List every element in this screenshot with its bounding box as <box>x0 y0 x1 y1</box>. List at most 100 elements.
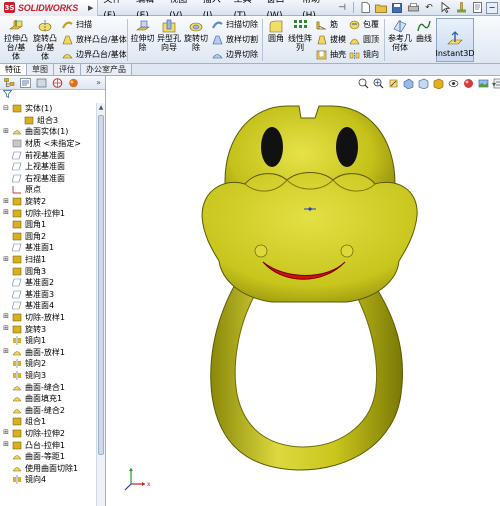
fillet-button[interactable]: 圆角 <box>265 19 287 43</box>
rebuild-icon[interactable] <box>454 2 468 14</box>
tree-item[interactable]: 曲面-缝合1 <box>0 381 96 393</box>
tree-item[interactable]: 镜向3 <box>0 370 96 382</box>
expand-toggle-icon[interactable]: ⊞ <box>2 325 10 333</box>
draft-button[interactable]: 拔模 <box>316 34 346 46</box>
print-icon[interactable] <box>406 2 420 14</box>
scroll-up-icon[interactable]: ▲ <box>97 103 105 112</box>
play-arrow-icon[interactable]: ▶ <box>88 4 93 12</box>
lofted-cut-button[interactable]: 放样切割 <box>212 34 258 46</box>
expand-toggle-icon[interactable]: ⊞ <box>2 209 10 217</box>
tree-item[interactable]: ⊟ 实体(1) <box>0 103 96 115</box>
linear-pattern-button[interactable]: 线性阵 列 <box>287 19 313 52</box>
expand-toggle-icon[interactable]: ⊞ <box>2 313 10 321</box>
tree-item[interactable]: 组合1 <box>0 416 96 428</box>
pin-icon[interactable]: ⊣ <box>335 2 349 14</box>
hole-wizard-button[interactable]: 异型孔 向导 <box>156 19 182 52</box>
wrap-button[interactable]: 包覆 <box>349 19 379 31</box>
tree-item[interactable]: 基准面1 <box>0 242 96 254</box>
window-minimize-button[interactable]: − <box>486 2 498 14</box>
tree-item[interactable]: ⊞ 曲面实体(1) <box>0 126 96 138</box>
tree-item[interactable]: 原点 <box>0 184 96 196</box>
extrude-cut-button[interactable]: 拉伸切 除 <box>130 19 155 52</box>
file-properties-icon[interactable] <box>470 2 484 14</box>
revolve-boss-button[interactable]: 旋转凸 台/基 体 <box>31 19 59 61</box>
curves-button[interactable]: 曲线 <box>414 19 434 43</box>
display-manager-tab-icon[interactable] <box>67 77 80 89</box>
tree-item[interactable]: 镜向1 <box>0 335 96 347</box>
loft-boss-button[interactable]: 放样凸台/基体 <box>62 34 127 46</box>
expand-toggle-icon[interactable]: ⊞ <box>2 127 10 136</box>
boundary-cut-button[interactable]: 边界切除 <box>212 49 258 61</box>
undo-icon[interactable]: ↶ <box>422 2 436 14</box>
feature-icon <box>11 174 22 183</box>
tree-item[interactable]: 曲面-等距1 <box>0 451 96 463</box>
tree-item[interactable]: 镜向2 <box>0 358 96 370</box>
tree-item[interactable]: 基准面2 <box>0 277 96 289</box>
tree-item[interactable]: 镜向4 <box>0 474 96 486</box>
select-cursor-icon[interactable] <box>438 2 452 14</box>
tree-item[interactable]: 组合3 <box>0 115 96 127</box>
expand-toggle-icon[interactable]: ⊞ <box>2 348 10 356</box>
expand-panel-icon[interactable]: » <box>96 78 105 87</box>
new-document-icon[interactable] <box>358 2 372 14</box>
extrude-boss-button[interactable]: 拉伸凸 台/基 体 <box>2 19 30 61</box>
tab-evaluate[interactable]: 评估 <box>54 64 81 75</box>
scrollbar-thumb[interactable] <box>98 115 104 455</box>
tab-sketch[interactable]: 草图 <box>27 64 54 75</box>
expand-toggle-icon[interactable]: ⊞ <box>2 255 10 264</box>
shell-button[interactable]: 抽壳 <box>316 49 346 61</box>
tree-item[interactable]: 圆角1 <box>0 219 96 231</box>
tree-filter[interactable] <box>0 90 105 101</box>
tab-features[interactable]: 特征 <box>0 64 27 75</box>
tree-item[interactable]: ⊞ 曲面-放样1 <box>0 346 96 358</box>
face-plate[interactable] <box>201 172 418 303</box>
expand-toggle-icon[interactable]: ⊞ <box>2 441 10 449</box>
filter-icon[interactable] <box>2 90 13 101</box>
tree-item[interactable]: ⊞ 旋转3 <box>0 323 96 335</box>
reference-geometry-button[interactable]: 参考几 何体 <box>387 19 413 52</box>
property-manager-tab-icon[interactable] <box>19 77 32 89</box>
tree-item[interactable]: 材质 <未指定> <box>0 138 96 150</box>
boundary-boss-button[interactable]: 边界凸台/基体 <box>62 49 127 61</box>
dimxpert-tab-icon[interactable] <box>51 77 64 89</box>
configuration-manager-tab-icon[interactable] <box>35 77 48 89</box>
tree-item-label: 曲面填充1 <box>25 394 63 404</box>
tree-item[interactable]: ⊞ 凸台-拉伸1 <box>0 439 96 451</box>
tree-item[interactable]: 曲面填充1 <box>0 393 96 405</box>
tree-item[interactable]: 上视基准面 <box>0 161 96 173</box>
tree-item[interactable]: 右视基准面 <box>0 173 96 185</box>
axis-triad: x <box>124 468 151 491</box>
swept-cut-button[interactable]: 扫描切除 <box>212 19 258 31</box>
tab-office-products[interactable]: 办公室产品 <box>81 64 132 75</box>
tree-item[interactable]: 使用曲面切除1 <box>0 462 96 474</box>
tree-item[interactable]: 曲面-缝合2 <box>0 404 96 416</box>
graphics-area[interactable]: ▾ x <box>107 76 500 506</box>
tree-item[interactable]: 圆角2 <box>0 231 96 243</box>
tree-item[interactable]: ⊞ 扫描1 <box>0 254 96 266</box>
feature-tree-tab-icon[interactable] <box>3 77 16 89</box>
expand-toggle-icon[interactable]: ⊞ <box>2 429 10 437</box>
tree-item[interactable]: 基准面3 <box>0 289 96 301</box>
revolve-cut-button[interactable]: 旋转切 除 <box>183 19 209 52</box>
expand-toggle-icon[interactable]: ⊟ <box>2 104 10 113</box>
tree-item[interactable]: 圆角3 <box>0 265 96 277</box>
rib-button[interactable]: 筋 <box>316 19 338 31</box>
dome-button[interactable]: 圆顶 <box>349 34 379 46</box>
feature-icon <box>12 185 22 194</box>
instant3d-button[interactable]: Instant3D <box>435 18 475 62</box>
solidworks-logo[interactable]: 3S SOLIDWORKS ▶ <box>0 0 99 16</box>
tree-item[interactable]: 前视基准面 <box>0 149 96 161</box>
sweep-button[interactable]: 扫描 <box>62 19 92 31</box>
feature-icon <box>12 452 22 461</box>
open-folder-icon[interactable] <box>374 2 388 14</box>
mirror-button[interactable]: 镜向 <box>349 49 379 61</box>
tree-scrollbar[interactable]: ▲ <box>96 103 105 506</box>
save-icon[interactable] <box>390 2 404 14</box>
tree-item[interactable]: ⊞ 切除-拉伸1 <box>0 207 96 219</box>
tree-item[interactable]: ⊞ 旋转2 <box>0 196 96 208</box>
tree-item[interactable]: ⊞ 切除-拉伸2 <box>0 428 96 440</box>
tree-item[interactable]: ⊞ 切除-放样1 <box>0 312 96 324</box>
tree-item[interactable]: 基准面4 <box>0 300 96 312</box>
expand-toggle-icon[interactable]: ⊞ <box>2 197 10 206</box>
